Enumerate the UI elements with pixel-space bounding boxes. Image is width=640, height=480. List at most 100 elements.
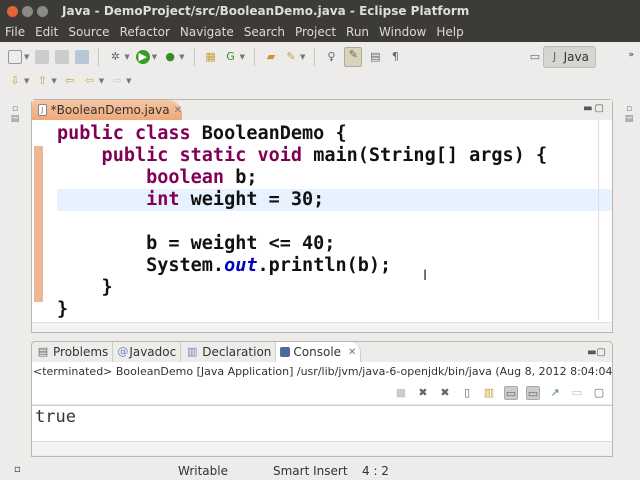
chevron-down-icon[interactable]: ▼	[24, 77, 29, 85]
editor-horizontal-scrollbar[interactable]	[32, 322, 612, 332]
menu-navigate[interactable]: Navigate	[175, 25, 239, 39]
tab-console[interactable]: Console ✕	[276, 342, 362, 362]
menu-help[interactable]: Help	[431, 25, 468, 39]
save-all-icon[interactable]	[55, 50, 70, 64]
open-console-icon[interactable]: ▢	[592, 386, 606, 400]
chevron-down-icon[interactable]: ▼	[152, 53, 157, 61]
separator	[253, 48, 255, 66]
console-icon	[280, 347, 291, 357]
chevron-down-icon[interactable]: ▼	[240, 53, 245, 61]
java-perspective-button[interactable]: J Java	[542, 46, 596, 68]
navigation-toolbar: ⇩ ▼ ⇧ ▼ ⇦ ⇦ ▼ ⇨ ▼	[0, 68, 640, 94]
terminate-icon[interactable]: ■	[394, 386, 408, 400]
menu-edit[interactable]: Edit	[30, 25, 63, 39]
new-class-icon[interactable]: G	[224, 50, 238, 64]
menu-source[interactable]: Source	[63, 25, 114, 39]
tab-javadoc[interactable]: @ Javadoc	[113, 342, 182, 362]
show-on-stderr-icon[interactable]: ▭	[526, 386, 540, 400]
display-selected-console-icon[interactable]: ▭	[570, 386, 584, 400]
menu-refactor[interactable]: Refactor	[115, 25, 175, 39]
menu-project[interactable]: Project	[290, 25, 341, 39]
scroll-lock-icon[interactable]: ▥	[482, 386, 496, 400]
status-insert-mode: Smart Insert	[273, 464, 348, 478]
code-line: System.out.println(b);	[57, 255, 392, 276]
code-area[interactable]: public class BooleanDemo { public static…	[32, 120, 612, 325]
code-line: public class BooleanDemo {	[57, 123, 347, 144]
minimize-maximize-icon[interactable]: ▬▢	[587, 347, 606, 358]
declaration-icon: ▥	[187, 345, 198, 358]
show-on-stdout-icon[interactable]: ▭	[504, 386, 518, 400]
back-icon[interactable]: ⇦	[83, 74, 97, 88]
tab-problems[interactable]: ▤ Problems	[32, 342, 114, 362]
save-icon[interactable]	[35, 50, 50, 64]
next-annotation-icon[interactable]: ⇩	[8, 74, 22, 88]
remove-launch-icon[interactable]: ✖	[416, 386, 430, 400]
last-edit-location-icon[interactable]: ⇦	[63, 74, 77, 88]
perspective-label: Java	[563, 50, 589, 64]
chevron-down-icon[interactable]: ▼	[24, 53, 29, 61]
close-tab-icon[interactable]: ✕	[348, 347, 356, 358]
editor-tab-booleandemo[interactable]: J *BooleanDemo.java ✕	[32, 100, 182, 120]
toggle-mark-occurrences-icon[interactable]: ♀	[324, 50, 338, 64]
debug-icon[interactable]: ✲	[108, 50, 122, 64]
console-horizontal-scrollbar[interactable]	[32, 441, 612, 455]
separator	[314, 48, 316, 66]
current-code-line: int weight = 30;	[57, 189, 612, 211]
menu-bar: File Edit Source Refactor Navigate Searc…	[0, 22, 640, 42]
status-bar: ▫ Writable Smart Insert 4 : 2	[0, 462, 640, 480]
maximize-window-button[interactable]	[37, 5, 48, 17]
javadoc-icon: @	[117, 345, 129, 358]
title-bar: Java - DemoProject/src/BooleanDemo.java …	[0, 0, 640, 22]
open-type-icon[interactable]: ▰	[264, 50, 278, 64]
separator	[98, 48, 100, 66]
bottom-panel: ▤ Problems @ Javadoc ▥ Declaration Console ✕…	[31, 341, 613, 457]
new-package-icon[interactable]: ▦	[204, 50, 218, 64]
close-window-button[interactable]	[7, 5, 18, 17]
code-line: public static void main(String[] args) {	[57, 145, 548, 166]
console-process-info: <terminated> BooleanDemo [Java Applicati…	[32, 362, 612, 382]
code-line: boolean b;	[57, 167, 258, 188]
run-icon[interactable]: ▶	[135, 50, 150, 64]
window-title: Java - DemoProject/src/BooleanDemo.java …	[62, 4, 470, 18]
search-icon[interactable]: ✎	[284, 50, 298, 64]
text-cursor-icon: I	[423, 268, 428, 284]
menu-window[interactable]: Window	[374, 25, 431, 39]
left-trim-restore-icon[interactable]: ▫ ▤	[6, 104, 24, 154]
highlight-icon[interactable]: ✎	[344, 47, 363, 67]
minimize-maximize-icon[interactable]: ▬▢	[583, 103, 606, 114]
remove-all-terminated-icon[interactable]: ✖	[438, 386, 452, 400]
code-line: }	[57, 299, 69, 320]
chevron-down-icon[interactable]: ▼	[300, 53, 305, 61]
external-tools-icon[interactable]: ●	[163, 50, 177, 64]
chevron-down-icon[interactable]: ▼	[126, 77, 131, 85]
fast-view-icon[interactable]: ▫	[14, 464, 21, 475]
menu-run[interactable]: Run	[341, 25, 374, 39]
tab-declaration[interactable]: ▥ Declaration	[181, 342, 277, 362]
chevron-down-icon[interactable]: ▼	[99, 77, 104, 85]
editor-vertical-scrollbar[interactable]	[598, 120, 612, 320]
java-editor[interactable]: J *BooleanDemo.java ✕ ▬▢ public class Bo…	[31, 99, 613, 333]
menu-search[interactable]: Search	[239, 25, 290, 39]
separator	[193, 48, 195, 66]
console-toolbar: ■ ✖ ✖ ▯ ▥ ▭ ▭ ↗ ▭ ▢	[32, 382, 612, 404]
java-perspective-icon: J	[553, 50, 557, 63]
more-perspectives-icon[interactable]: »	[628, 50, 634, 60]
right-trim-restore-icon[interactable]: ▫ ▤	[620, 104, 638, 154]
menu-file[interactable]: File	[0, 25, 30, 39]
previous-annotation-icon[interactable]: ⇧	[35, 74, 49, 88]
clear-console-icon[interactable]: ▯	[460, 386, 474, 400]
print-icon[interactable]	[75, 50, 90, 64]
pin-console-icon[interactable]: ↗	[548, 386, 562, 400]
new-icon[interactable]	[8, 50, 22, 64]
open-perspective-icon[interactable]: ▭	[528, 50, 542, 64]
java-file-icon: J	[38, 104, 47, 116]
show-whitespace-icon[interactable]: ¶	[388, 50, 402, 64]
minimize-window-button[interactable]	[22, 5, 33, 17]
close-tab-icon[interactable]: ✕	[174, 105, 182, 116]
block-selection-icon[interactable]: ▤	[368, 50, 382, 64]
chevron-down-icon[interactable]: ▼	[124, 53, 129, 61]
forward-icon[interactable]: ⇨	[110, 74, 124, 88]
console-output[interactable]: true	[32, 405, 612, 441]
chevron-down-icon[interactable]: ▼	[179, 53, 184, 61]
chevron-down-icon[interactable]: ▼	[51, 77, 56, 85]
